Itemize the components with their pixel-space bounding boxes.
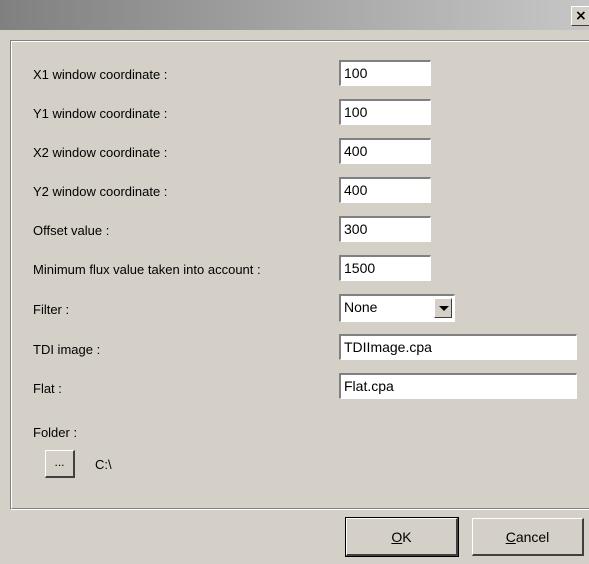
ok-label-rest: K	[402, 529, 412, 545]
x1-input[interactable]: 100	[339, 60, 431, 86]
y1-input[interactable]: 100	[339, 99, 431, 125]
close-icon: ×	[575, 8, 587, 24]
filter-label: Filter :	[33, 302, 70, 317]
x2-label: X2 window coordinate :	[33, 145, 168, 160]
ok-mnemonic: O	[391, 529, 403, 545]
close-button[interactable]: ×	[571, 6, 589, 26]
filter-select[interactable]: None	[339, 294, 455, 322]
folder-path: C:\	[95, 457, 112, 472]
tdi-image-label: TDI image :	[33, 342, 101, 357]
browse-folder-button[interactable]: ...	[45, 450, 75, 478]
title-bar[interactable]: ×	[0, 0, 589, 30]
filter-selected-value: None	[344, 299, 378, 315]
tdi-image-input[interactable]: TDIImage.cpa	[339, 334, 577, 360]
y1-label: Y1 window coordinate :	[33, 106, 168, 121]
y2-input[interactable]: 400	[339, 177, 431, 203]
chevron-down-icon[interactable]	[434, 298, 452, 318]
min-flux-input[interactable]: 1500	[339, 255, 431, 281]
flat-input[interactable]: Flat.cpa	[339, 373, 577, 399]
offset-input[interactable]: 300	[339, 216, 431, 242]
cancel-label-rest: ancel	[515, 529, 550, 545]
cancel-button[interactable]: Cancel	[472, 518, 584, 556]
x1-label: X1 window coordinate :	[33, 67, 168, 82]
flat-label: Flat :	[33, 381, 62, 396]
dialog-window: × X1 window coordinate : 100 Y1 window c…	[0, 0, 589, 564]
x2-input[interactable]: 400	[339, 138, 431, 164]
cancel-mnemonic: C	[505, 529, 516, 545]
ok-button[interactable]: OK	[345, 517, 459, 557]
offset-label: Offset value :	[33, 223, 110, 238]
y2-label: Y2 window coordinate :	[33, 184, 168, 199]
folder-label: Folder :	[33, 425, 78, 440]
min-flux-label: Minimum flux value taken into account :	[33, 262, 261, 277]
